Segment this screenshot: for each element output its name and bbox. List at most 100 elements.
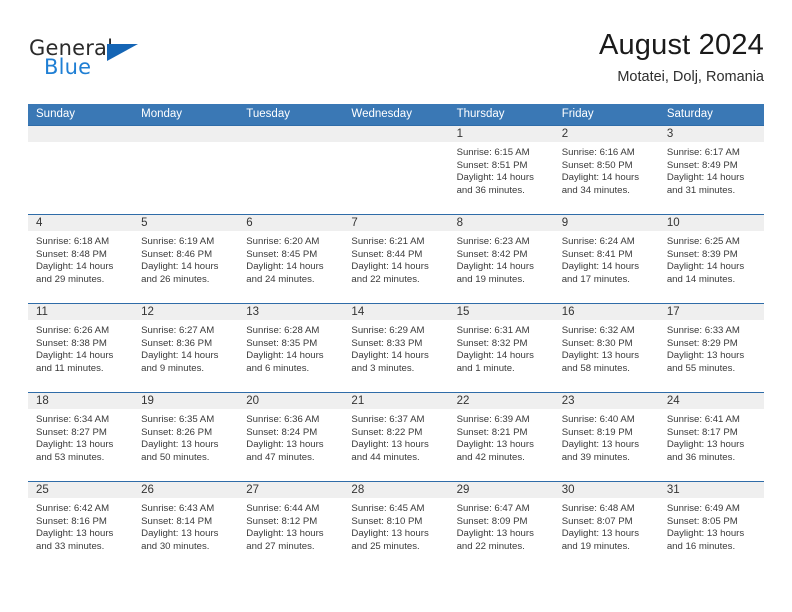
sunrise-text: Sunrise: 6:43 AM — [141, 503, 215, 514]
daylight-text-line1: Daylight: 13 hours — [351, 528, 429, 540]
sunset-text: Sunset: 8:46 PM — [141, 248, 213, 260]
day-sun-info: Sunrise: 6:44 AM Sunset: 8:12 PM Daylight:… — [238, 498, 343, 553]
sunset-text: Sunset: 8:29 PM — [666, 337, 738, 349]
sunset-text: Sunset: 8:30 PM — [561, 337, 633, 349]
day-sun-info: Sunrise: 6:29 AM Sunset: 8:33 PM Daylight:… — [343, 320, 448, 375]
day-number: 25 — [28, 482, 134, 498]
sunrise-text: Sunrise: 6:23 AM — [456, 236, 530, 247]
weekday-header-friday: Friday — [561, 108, 594, 120]
calendar-day-cell[interactable]: 27 Sunrise: 6:44 AM Sunset: 8:12 PM Dayligh… — [238, 482, 344, 570]
day-sun-info: Sunrise: 6:21 AM Sunset: 8:44 PM Daylight:… — [343, 231, 448, 286]
daylight-text-line1: Daylight: 14 hours — [141, 261, 219, 273]
calendar-day-cell[interactable]: 1 Sunrise: 6:15 AM Sunset: 8:51 PM Daylight… — [448, 126, 554, 214]
day-sun-info: Sunrise: 6:48 AM Sunset: 8:07 PM Daylight:… — [554, 498, 659, 553]
day-sun-info: Sunrise: 6:34 AM Sunset: 8:27 PM Daylight:… — [28, 409, 133, 464]
calendar-day-cell-empty — [133, 126, 239, 214]
day-number: 8 — [448, 215, 554, 231]
calendar-day-cell[interactable]: 3 Sunrise: 6:17 AM Sunset: 8:49 PM Daylight… — [658, 126, 764, 214]
sunset-text: Sunset: 8:22 PM — [351, 426, 423, 438]
calendar-day-cell[interactable]: 6 Sunrise: 6:20 AM Sunset: 8:45 PM Daylight… — [238, 215, 344, 303]
sunrise-text: Sunrise: 6:35 AM — [141, 414, 215, 425]
daylight-text-line2: and 3 minutes. — [351, 362, 415, 374]
day-sun-info: Sunrise: 6:35 AM Sunset: 8:26 PM Daylight:… — [133, 409, 238, 464]
calendar-day-cell-empty — [343, 126, 449, 214]
day-number: 20 — [238, 393, 344, 409]
calendar-day-cell[interactable]: 2 Sunrise: 6:16 AM Sunset: 8:50 PM Daylight… — [553, 126, 659, 214]
calendar-day-cell[interactable]: 20 Sunrise: 6:36 AM Sunset: 8:24 PM Dayligh… — [238, 393, 344, 481]
daylight-text-line1: Daylight: 13 hours — [456, 528, 534, 540]
sunrise-text: Sunrise: 6:28 AM — [246, 325, 320, 336]
day-sun-info: Sunrise: 6:47 AM Sunset: 8:09 PM Daylight:… — [449, 498, 554, 553]
calendar-day-cell[interactable]: 15 Sunrise: 6:31 AM Sunset: 8:32 PM Dayligh… — [448, 304, 554, 392]
calendar-day-cell[interactable]: 8 Sunrise: 6:23 AM Sunset: 8:42 PM Daylight… — [448, 215, 554, 303]
calendar-day-cell[interactable]: 21 Sunrise: 6:37 AM Sunset: 8:22 PM Dayligh… — [343, 393, 449, 481]
calendar-day-cell[interactable]: 28 Sunrise: 6:45 AM Sunset: 8:10 PM Dayligh… — [343, 482, 449, 570]
calendar-week-row: 18 Sunrise: 6:34 AM Sunset: 8:27 PM Dayligh… — [28, 392, 764, 481]
daylight-text-line1: Daylight: 13 hours — [36, 439, 114, 451]
calendar-day-cell[interactable]: 18 Sunrise: 6:34 AM Sunset: 8:27 PM Dayligh… — [28, 393, 134, 481]
calendar-day-cell[interactable]: 7 Sunrise: 6:21 AM Sunset: 8:44 PM Daylight… — [343, 215, 449, 303]
calendar-day-cell[interactable]: 19 Sunrise: 6:35 AM Sunset: 8:26 PM Dayligh… — [133, 393, 239, 481]
page-subtitle: Motatei, Dolj, Romania — [617, 69, 764, 85]
sunrise-text: Sunrise: 6:48 AM — [561, 503, 635, 514]
weekday-header-thursday: Thursday — [456, 108, 505, 120]
daylight-text-line1: Daylight: 13 hours — [561, 528, 640, 540]
calendar-day-cell[interactable]: 13 Sunrise: 6:28 AM Sunset: 8:35 PM Dayligh… — [238, 304, 344, 392]
sunset-text: Sunset: 8:27 PM — [36, 426, 107, 438]
sunset-text: Sunset: 8:16 PM — [36, 515, 107, 527]
day-sun-info: Sunrise: 6:40 AM Sunset: 8:19 PM Daylight:… — [554, 409, 659, 464]
calendar-week-row: 25 Sunrise: 6:42 AM Sunset: 8:16 PM Dayligh… — [28, 481, 764, 570]
calendar-day-cell[interactable]: 12 Sunrise: 6:27 AM Sunset: 8:36 PM Dayligh… — [133, 304, 239, 392]
day-number: 23 — [553, 393, 659, 409]
day-number — [343, 126, 449, 142]
day-number: 17 — [658, 304, 764, 320]
calendar-day-cell[interactable]: 26 Sunrise: 6:43 AM Sunset: 8:14 PM Dayligh… — [133, 482, 239, 570]
daylight-text-line2: and 34 minutes. — [561, 184, 630, 196]
daylight-text-line2: and 33 minutes. — [36, 540, 105, 552]
sunset-text: Sunset: 8:48 PM — [36, 248, 107, 260]
calendar-day-cell[interactable]: 11 Sunrise: 6:26 AM Sunset: 8:38 PM Dayligh… — [28, 304, 134, 392]
sunrise-text: Sunrise: 6:29 AM — [351, 325, 425, 336]
weekday-header-tuesday: Tuesday — [246, 108, 290, 120]
daylight-text-line1: Daylight: 14 hours — [246, 350, 324, 362]
daylight-text-line1: Daylight: 13 hours — [666, 528, 745, 540]
sunset-text: Sunset: 8:36 PM — [141, 337, 213, 349]
weekday-header-row: Sunday Monday Tuesday Wednesday Thursday Frid… — [28, 104, 764, 125]
calendar-week-row: 11 Sunrise: 6:26 AM Sunset: 8:38 PM Dayligh… — [28, 303, 764, 392]
day-sun-info: Sunrise: 6:37 AM Sunset: 8:22 PM Daylight:… — [343, 409, 448, 464]
calendar-day-cell[interactable]: 10 Sunrise: 6:25 AM Sunset: 8:39 PM Dayligh… — [658, 215, 764, 303]
daylight-text-line1: Daylight: 13 hours — [141, 439, 219, 451]
daylight-text-line2: and 25 minutes. — [351, 540, 420, 552]
calendar-day-cell[interactable]: 30 Sunrise: 6:48 AM Sunset: 8:07 PM Dayligh… — [553, 482, 659, 570]
daylight-text-line1: Daylight: 14 hours — [561, 261, 640, 273]
calendar-day-cell[interactable]: 17 Sunrise: 6:33 AM Sunset: 8:29 PM Dayligh… — [658, 304, 764, 392]
calendar-day-cell[interactable]: 14 Sunrise: 6:29 AM Sunset: 8:33 PM Dayligh… — [343, 304, 449, 392]
calendar-day-cell[interactable]: 9 Sunrise: 6:24 AM Sunset: 8:41 PM Daylight… — [553, 215, 659, 303]
sunrise-text: Sunrise: 6:18 AM — [36, 236, 110, 247]
calendar-day-cell[interactable]: 29 Sunrise: 6:47 AM Sunset: 8:09 PM Dayligh… — [448, 482, 554, 570]
day-number: 3 — [658, 126, 764, 142]
calendar-day-cell[interactable]: 4 Sunrise: 6:18 AM Sunset: 8:48 PM Daylight… — [28, 215, 134, 303]
daylight-text-line2: and 26 minutes. — [141, 273, 210, 285]
calendar-day-cell[interactable]: 31 Sunrise: 6:49 AM Sunset: 8:05 PM Dayligh… — [658, 482, 764, 570]
calendar-day-cell[interactable]: 25 Sunrise: 6:42 AM Sunset: 8:16 PM Dayligh… — [28, 482, 134, 570]
calendar-day-cell[interactable]: 5 Sunrise: 6:19 AM Sunset: 8:46 PM Daylight… — [133, 215, 239, 303]
daylight-text-line1: Daylight: 14 hours — [561, 172, 640, 184]
sunrise-text: Sunrise: 6:19 AM — [141, 236, 215, 247]
calendar-day-cell-empty — [28, 126, 134, 214]
daylight-text-line2: and 36 minutes. — [666, 451, 736, 463]
sunrise-text: Sunrise: 6:17 AM — [666, 147, 740, 158]
day-number: 10 — [658, 215, 764, 231]
sunset-text: Sunset: 8:14 PM — [141, 515, 213, 527]
sunrise-text: Sunrise: 6:47 AM — [456, 503, 530, 514]
calendar-day-cell[interactable]: 24 Sunrise: 6:41 AM Sunset: 8:17 PM Dayligh… — [658, 393, 764, 481]
daylight-text-line2: and 9 minutes. — [141, 362, 205, 374]
day-sun-info: Sunrise: 6:32 AM Sunset: 8:30 PM Daylight:… — [554, 320, 659, 375]
brand-name-blue: Blue — [44, 55, 92, 79]
brand-logo[interactable]: General Blue — [28, 36, 248, 88]
day-number: 29 — [448, 482, 554, 498]
calendar-day-cell[interactable]: 23 Sunrise: 6:40 AM Sunset: 8:19 PM Dayligh… — [553, 393, 659, 481]
calendar-day-cell[interactable]: 16 Sunrise: 6:32 AM Sunset: 8:30 PM Dayligh… — [553, 304, 659, 392]
calendar-weeks: 1 Sunrise: 6:15 AM Sunset: 8:51 PM Daylight… — [28, 125, 764, 570]
calendar-day-cell[interactable]: 22 Sunrise: 6:39 AM Sunset: 8:21 PM Dayligh… — [448, 393, 554, 481]
